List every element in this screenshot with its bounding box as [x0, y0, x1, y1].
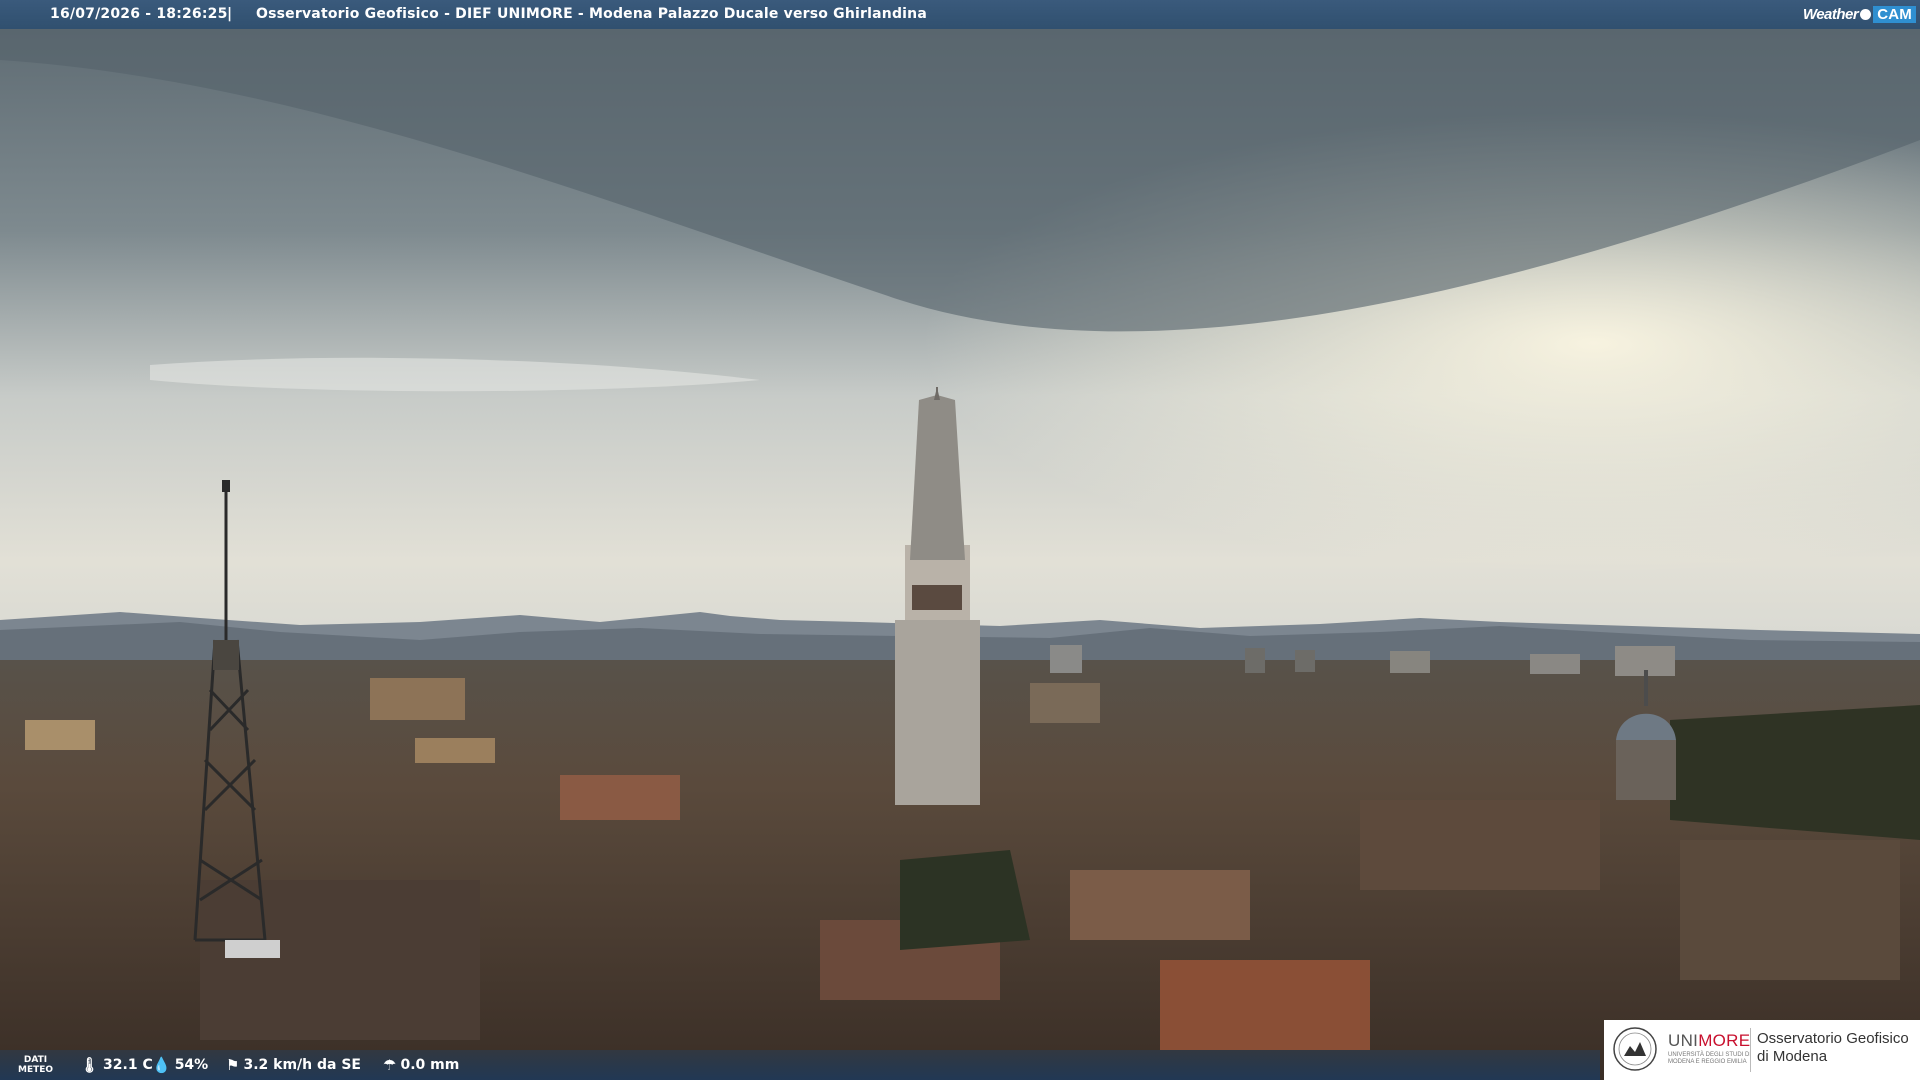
weather-data-bar: DATI METEO 🌡 32.1 C 💧 54% ⚑ 3.2 km/h da … — [0, 1050, 1600, 1080]
wind-value: 3.2 km/h da SE — [243, 1057, 361, 1073]
logo-divider — [1750, 1028, 1751, 1072]
observatory-name-line1: Osservatorio Geofisico — [1757, 1030, 1909, 1047]
rain-gauge-icon: ☂ — [383, 1055, 397, 1074]
temperature-value: 32.1 C — [103, 1057, 153, 1073]
webcam-image — [0, 0, 1920, 1080]
weather-data-label-line2: METEO — [18, 1065, 54, 1075]
rain-value: 0.0 mm — [400, 1057, 460, 1073]
webcam-frame: 16/07/2026 - 18:26:25 | Osservatorio Geo… — [0, 0, 1920, 1080]
unimore-wordmark-uni: UNI — [1668, 1031, 1699, 1050]
caption-bar: 16/07/2026 - 18:26:25 | Osservatorio Geo… — [0, 0, 1920, 29]
unimore-wordmark: UNIMORE — [1668, 1031, 1750, 1051]
thermometer-icon: 🌡 — [80, 1055, 100, 1074]
wind-icon: ⚑ — [226, 1055, 240, 1074]
observatory-name: Osservatorio Geofisico di Modena — [1757, 1030, 1909, 1066]
weathercam-logo-dot-icon — [1860, 8, 1872, 20]
humidity-icon: 💧 — [152, 1055, 171, 1074]
separator: | — [227, 6, 233, 22]
unimore-logo-panel: UNIMORE UNIVERSITÀ DEGLI STUDI DI MODENA… — [1604, 1020, 1920, 1080]
unimore-subtitle: UNIVERSITÀ DEGLI STUDI DI MODENA E REGGI… — [1668, 1052, 1751, 1066]
timestamp: 16/07/2026 - 18:26:25 — [50, 6, 228, 22]
humidity-value: 54% — [174, 1057, 209, 1073]
unimore-wordmark-more: MORE — [1698, 1031, 1751, 1050]
unimore-subtitle-line2: MODENA E REGGIO EMILIA — [1668, 1059, 1747, 1065]
humidity-readout: 💧 54% — [152, 1057, 208, 1073]
unimore-subtitle-line1: UNIVERSITÀ DEGLI STUDI DI — [1668, 1052, 1752, 1058]
weather-data-label-line1: DATI — [23, 1055, 48, 1065]
weather-data-label: DATI METEO — [18, 1055, 53, 1075]
weathercam-logo: Weather CAM — [1803, 3, 1916, 25]
weathercam-logo-cam: CAM — [1873, 5, 1916, 23]
camera-title: Osservatorio Geofisico - DIEF UNIMORE - … — [256, 6, 927, 22]
observatory-name-line2: di Modena — [1757, 1048, 1828, 1065]
wind-readout: ⚑ 3.2 km/h da SE — [226, 1057, 361, 1073]
temperature-readout: 🌡 32.1 C — [80, 1057, 153, 1073]
university-seal-icon — [1613, 1027, 1657, 1071]
rain-readout: ☂ 0.0 mm — [383, 1057, 459, 1073]
weathercam-logo-weather: Weather — [1802, 5, 1859, 23]
